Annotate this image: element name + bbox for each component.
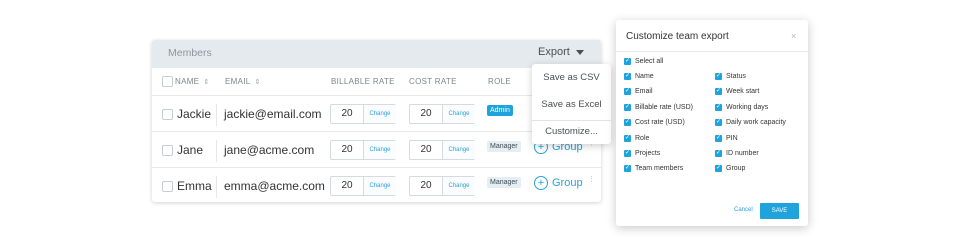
customize-export-modal: Customize team export × ✓ Select all ✓ Nam…	[616, 20, 808, 226]
caret-down-icon[interactable]	[576, 50, 584, 55]
billable-rate-field: 20 Change	[330, 104, 396, 124]
row-checkbox[interactable]	[162, 145, 173, 156]
export-button[interactable]: Export	[538, 46, 570, 58]
option-team-members[interactable]: ✓ Team members	[624, 165, 683, 175]
checkbox-checked-icon[interactable]: ✓	[715, 119, 722, 126]
divider	[216, 176, 217, 198]
role-badge[interactable]: Admin	[487, 105, 513, 116]
column-header-email[interactable]: EMAIL ⇕	[225, 77, 261, 86]
change-billable-rate-button[interactable]: Change	[363, 105, 396, 123]
checkbox-checked-icon[interactable]: ✓	[715, 73, 722, 80]
checkbox-checked-icon[interactable]: ✓	[715, 135, 722, 142]
checkbox-checked-icon[interactable]: ✓	[624, 58, 631, 65]
divider	[216, 104, 217, 126]
billable-rate-value: 20	[341, 108, 353, 119]
cost-rate-value: 20	[420, 144, 432, 155]
row-checkbox[interactable]	[162, 181, 173, 192]
row-checkbox[interactable]	[162, 109, 173, 120]
sort-icon[interactable]: ⇕	[255, 79, 261, 86]
member-name: Jane	[177, 143, 204, 157]
cost-rate-field: 20 Change	[409, 104, 475, 124]
change-billable-rate-button[interactable]: Change	[363, 177, 396, 195]
menu-item-save-excel[interactable]: Save as Excel	[532, 99, 611, 110]
cost-rate-value: 20	[420, 180, 432, 191]
cancel-button[interactable]: Cancel	[734, 207, 753, 213]
role-badge[interactable]: Manager	[487, 177, 521, 188]
checkbox-checked-icon[interactable]: ✓	[715, 150, 722, 157]
checkbox-checked-icon[interactable]: ✓	[624, 165, 631, 172]
panel-title: Members	[168, 47, 212, 59]
member-name: Emma	[177, 179, 212, 193]
cost-rate-field: 20 Change	[409, 176, 475, 196]
divider	[616, 51, 808, 52]
checkbox-checked-icon[interactable]: ✓	[624, 73, 631, 80]
member-name: Jackie	[177, 107, 212, 121]
menu-item-customize[interactable]: Customize...	[532, 126, 611, 137]
option-week-start[interactable]: ✓ Week start	[715, 88, 759, 98]
checkbox-checked-icon[interactable]: ✓	[624, 119, 631, 126]
checkbox-checked-icon[interactable]: ✓	[715, 165, 722, 172]
checkbox-checked-icon[interactable]: ✓	[624, 104, 631, 111]
option-select-all[interactable]: ✓ Select all	[624, 58, 663, 68]
add-group-button[interactable]: + Group	[534, 176, 583, 196]
option-id-number[interactable]: ✓ ID number	[715, 150, 759, 160]
sort-icon[interactable]: ⇕	[203, 79, 209, 86]
select-all-checkbox[interactable]	[162, 76, 173, 87]
column-header-name[interactable]: NAME ⇕	[175, 77, 210, 86]
divider	[532, 120, 611, 121]
option-status[interactable]: ✓ Status	[715, 73, 746, 83]
change-cost-rate-button[interactable]: Change	[442, 141, 475, 159]
billable-rate-field: 20 Change	[330, 140, 396, 160]
billable-rate-value: 20	[341, 144, 353, 155]
checkbox-checked-icon[interactable]: ✓	[624, 150, 631, 157]
member-email: emma@acme.com	[224, 179, 325, 193]
menu-item-save-csv[interactable]: Save as CSV	[532, 72, 611, 83]
modal-title: Customize team export	[626, 31, 729, 42]
change-cost-rate-button[interactable]: Change	[442, 177, 475, 195]
drag-handle-icon[interactable]: ⋮	[588, 176, 595, 183]
close-icon[interactable]: ×	[791, 31, 796, 41]
role-badge[interactable]: Manager	[487, 141, 521, 152]
member-email: jackie@email.com	[224, 107, 322, 121]
option-role[interactable]: ✓ Role	[624, 135, 649, 145]
checkbox-checked-icon[interactable]: ✓	[715, 88, 722, 95]
option-daily-work-capacity[interactable]: ✓ Daily work capacity	[715, 119, 786, 129]
option-billable-rate[interactable]: ✓ Billable rate (USD)	[624, 104, 693, 114]
column-header-role: ROLE	[488, 77, 511, 86]
checkbox-checked-icon[interactable]: ✓	[715, 104, 722, 111]
option-working-days[interactable]: ✓ Working days	[715, 104, 768, 114]
column-header-cost-rate: COST RATE	[409, 77, 457, 86]
option-name[interactable]: ✓ Name	[624, 73, 654, 83]
change-cost-rate-button[interactable]: Change	[442, 105, 475, 123]
column-header-billable-rate: BILLABLE RATE	[331, 77, 395, 86]
member-email: jane@acme.com	[224, 143, 315, 157]
billable-rate-field: 20 Change	[330, 176, 396, 196]
change-billable-rate-button[interactable]: Change	[363, 141, 396, 159]
divider	[216, 140, 217, 162]
checkbox-checked-icon[interactable]: ✓	[624, 135, 631, 142]
export-menu: Save as CSV Save as Excel Customize...	[532, 64, 611, 144]
option-pin[interactable]: ✓ PIN	[715, 135, 738, 145]
plus-icon: +	[534, 176, 548, 190]
table-row: Emma emma@acme.com 20 Change 20 Change M…	[152, 168, 601, 204]
checkbox-checked-icon[interactable]: ✓	[624, 88, 631, 95]
billable-rate-value: 20	[341, 180, 353, 191]
cost-rate-field: 20 Change	[409, 140, 475, 160]
option-email[interactable]: ✓ Email	[624, 88, 653, 98]
cost-rate-value: 20	[420, 108, 432, 119]
option-group[interactable]: ✓ Group	[715, 165, 745, 175]
option-cost-rate[interactable]: ✓ Cost rate (USD)	[624, 119, 685, 129]
option-projects[interactable]: ✓ Projects	[624, 150, 660, 160]
save-button[interactable]: SAVE	[760, 203, 799, 219]
